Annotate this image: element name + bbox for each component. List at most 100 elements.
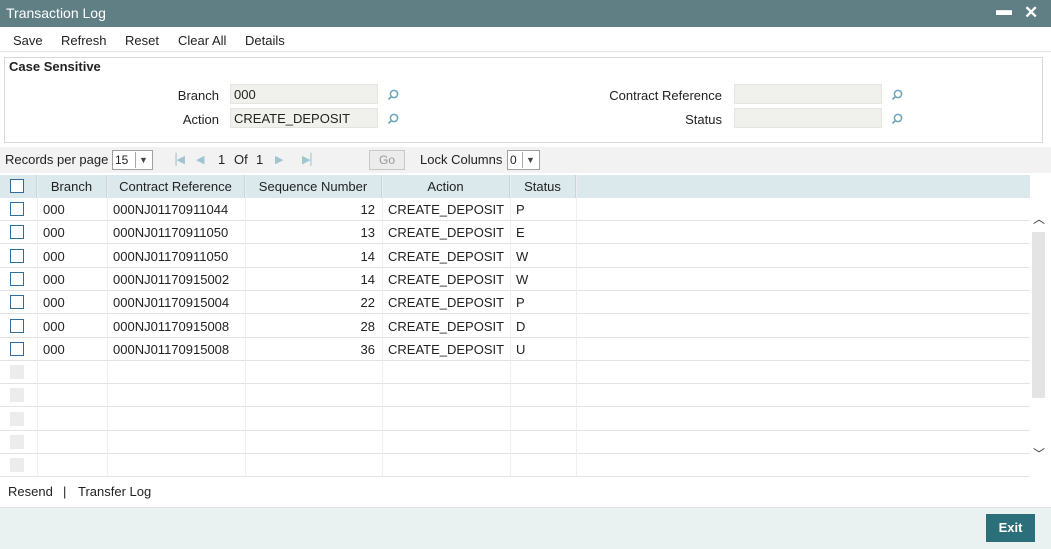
column-header-status[interactable]: Status (510, 175, 576, 198)
status-field[interactable] (734, 108, 882, 128)
cell-branch: 000 (43, 248, 65, 264)
column-separator (382, 175, 383, 477)
of-label: Of (234, 152, 248, 167)
contract-reference-search-icon[interactable] (891, 89, 903, 101)
row-checkbox[interactable] (10, 248, 24, 263)
status-search-icon[interactable] (891, 113, 903, 125)
branch-search-icon[interactable] (387, 89, 399, 101)
records-per-page-select[interactable]: 15 ▼ (112, 150, 153, 170)
footer-links: Resend | Transfer Log (0, 478, 1051, 506)
row-checkbox-placeholder (10, 435, 24, 449)
empty-table-row (0, 384, 1030, 408)
row-checkbox-placeholder (10, 388, 24, 403)
cell-branch: 000 (43, 271, 65, 287)
empty-table-row (0, 361, 1030, 385)
table-row[interactable]: 000 000NJ01170915008 36 CREATE_DEPOSIT U (0, 338, 1030, 361)
cell-contract-reference: 000NJ01170915008 (113, 318, 230, 334)
cell-branch: 000 (43, 202, 65, 217)
column-header-contract-reference[interactable]: Contract Reference (107, 175, 245, 198)
previous-page-icon[interactable]: ◀ (196, 153, 204, 166)
lock-columns-label: Lock Columns (420, 152, 503, 167)
cell-contract-reference: 000NJ01170915002 (113, 271, 230, 287)
row-checkbox-placeholder (10, 365, 24, 380)
select-all-checkbox[interactable] (10, 179, 24, 193)
cell-sequence-number: 14 (360, 248, 375, 264)
reset-button[interactable]: Reset (125, 33, 159, 48)
cell-contract-reference: 000NJ01170911050 (113, 225, 229, 241)
last-page-icon[interactable]: ▶▏ (302, 153, 319, 166)
records-per-page-label: Records per page (5, 152, 109, 167)
column-header-sequence-number[interactable]: Sequence Number (245, 175, 382, 198)
table-row[interactable]: 000 000NJ01170911050 13 CREATE_DEPOSIT E (0, 221, 1030, 245)
pagination-bar: Records per page 15 ▼ ▕◀ ◀ 1 Of 1 ▶ ▶▏ G… (0, 147, 1051, 173)
column-header-branch[interactable]: Branch (37, 175, 107, 198)
row-checkbox[interactable] (10, 225, 24, 240)
row-checkbox[interactable] (10, 295, 24, 310)
branch-label: Branch (177, 88, 219, 103)
refresh-button[interactable]: Refresh (61, 33, 107, 48)
go-button[interactable]: Go (369, 150, 405, 170)
bottom-bar: Exit (0, 507, 1051, 549)
cell-status: D (516, 318, 526, 334)
scroll-down-icon[interactable]: ﹀ (1033, 445, 1045, 462)
cell-status: P (516, 295, 525, 311)
lock-columns-select[interactable]: 0 ▼ (507, 150, 540, 170)
first-page-icon[interactable]: ▕◀ (168, 153, 185, 166)
cell-contract-reference: 000NJ01170911050 (113, 248, 229, 264)
row-checkbox-placeholder (10, 458, 24, 473)
window-title: Transaction Log (6, 5, 106, 21)
cell-sequence-number: 22 (360, 295, 375, 311)
vertical-scrollbar[interactable]: ︿ ﹀ (1030, 198, 1047, 477)
table-row[interactable]: 000 000NJ01170915004 22 CREATE_DEPOSIT P (0, 291, 1030, 315)
row-checkbox[interactable] (10, 341, 24, 356)
cell-branch: 000 (43, 225, 65, 241)
empty-table-row (0, 408, 1030, 431)
cell-action: CREATE_DEPOSIT (388, 202, 505, 217)
row-checkbox[interactable] (10, 318, 24, 333)
total-pages: 1 (256, 152, 264, 167)
scroll-up-icon[interactable]: ︿ (1033, 210, 1045, 227)
action-field[interactable]: CREATE_DEPOSIT (230, 108, 378, 128)
transfer-log-link[interactable]: Transfer Log (78, 484, 151, 499)
cell-status: E (516, 225, 525, 241)
contract-reference-label: Contract Reference (609, 88, 722, 103)
toolbar: Save Refresh Reset Clear All Details (0, 28, 1051, 52)
cell-sequence-number: 14 (360, 271, 375, 287)
title-bar: Transaction Log ▬ ✕ (0, 0, 1051, 27)
resend-link[interactable]: Resend (8, 484, 53, 499)
branch-field[interactable]: 000 (230, 84, 378, 104)
details-button[interactable]: Details (245, 33, 285, 48)
action-search-icon[interactable] (387, 113, 399, 125)
search-criteria-panel: Case Sensitive Branch 000 Action CREATE_… (4, 57, 1043, 143)
save-button[interactable]: Save (13, 33, 43, 48)
footer-separator: | (63, 484, 67, 499)
table-row[interactable]: 000 000NJ01170911044 12 CREATE_DEPOSIT P (0, 198, 1030, 221)
page-number-input[interactable] (327, 151, 365, 169)
row-checkbox[interactable] (10, 271, 24, 286)
lock-columns-value: 0 (510, 153, 517, 167)
column-separator (245, 175, 246, 477)
cell-status: W (516, 271, 529, 287)
table-row[interactable]: 000 000NJ01170915002 14 CREATE_DEPOSIT W (0, 268, 1030, 291)
cell-action: CREATE_DEPOSIT (388, 341, 505, 357)
minimize-icon[interactable]: ▬ (996, 2, 1012, 20)
column-separator (37, 175, 38, 477)
row-checkbox[interactable] (10, 202, 24, 216)
cell-status: W (516, 248, 529, 264)
cell-sequence-number: 12 (360, 202, 375, 217)
clear-all-button[interactable]: Clear All (178, 33, 226, 48)
next-page-icon[interactable]: ▶ (275, 153, 283, 166)
cell-sequence-number: 13 (360, 225, 375, 241)
case-sensitive-legend: Case Sensitive (9, 59, 101, 74)
table-row[interactable]: 000 000NJ01170915008 28 CREATE_DEPOSIT D (0, 315, 1030, 338)
scrollbar-thumb[interactable] (1032, 232, 1045, 398)
contract-reference-field[interactable] (734, 84, 882, 104)
cell-branch: 000 (43, 318, 65, 334)
action-label: Action (182, 112, 219, 127)
close-icon[interactable]: ✕ (1024, 3, 1038, 23)
cell-branch: 000 (43, 341, 65, 357)
exit-button[interactable]: Exit (986, 514, 1035, 542)
cell-action: CREATE_DEPOSIT (388, 248, 505, 264)
column-header-action[interactable]: Action (382, 175, 510, 198)
table-row[interactable]: 000 000NJ01170911050 14 CREATE_DEPOSIT W (0, 245, 1030, 268)
